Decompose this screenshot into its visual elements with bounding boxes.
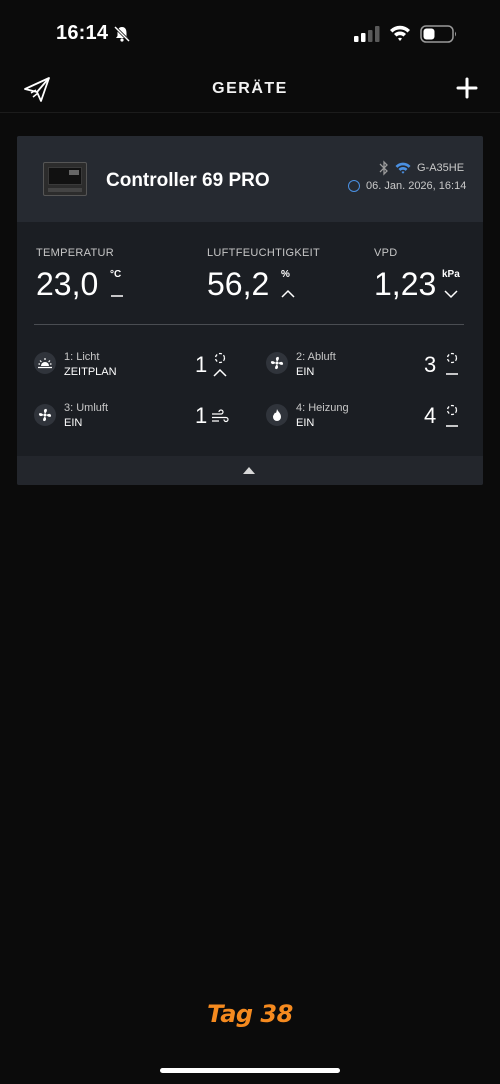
light-icon [34,352,56,374]
plus-icon[interactable] [455,76,479,100]
port-1-level: 1 [195,352,208,377]
device-thumbnail [43,162,87,196]
wind-icon [212,409,229,423]
humidity-label: LUFTFEUCHTIGKEIT [207,247,320,259]
vpd-label: VPD [374,247,398,259]
collapse-button[interactable] [17,456,483,485]
humidity-value: 56,2 [207,266,270,302]
vpd-unit: kPa [442,269,460,280]
trend-down-icon [444,290,458,299]
day-label: Tag 38 [207,1000,293,1028]
port-1-mode: ZEITPLAN [64,366,117,378]
device-card-header[interactable]: Controller 69 PRO G-A35HE 06. Jan. 2026,… [17,136,483,222]
cellular-signal-icon [354,26,380,42]
port-2-mode: EIN [296,366,315,378]
wifi-icon [395,162,411,174]
stable-trend-icon [111,295,123,297]
device-id: G-A35HE [417,162,465,174]
port-1-name: 1: Licht [64,351,100,363]
port-4-name: 4: Heizung [296,402,349,414]
sync-icon [348,180,360,192]
navigation-bar: GERÄTE [0,66,500,112]
trend-up-icon [281,289,295,298]
port-3-level: 1 [195,403,208,428]
humidity-unit: % [281,269,290,280]
bell-slash-icon [113,25,131,43]
temperature-label: TEMPERATUR [36,247,114,259]
status-time: 16:14 [56,22,109,44]
fan-icon [266,352,288,374]
bluetooth-icon [379,160,388,176]
caret-up-icon [243,467,255,474]
port-4-mode: EIN [296,417,315,429]
last-update-time: 06. Jan. 2026, 16:14 [366,180,467,192]
battery-icon [420,25,456,43]
port-2-stable-icon [446,352,458,375]
fan-icon [34,404,56,426]
home-indicator[interactable] [160,1068,340,1073]
device-card[interactable]: Controller 69 PRO G-A35HE 06. Jan. 2026,… [17,136,483,485]
port-2-level: 3 [424,352,437,377]
nav-divider [0,112,500,113]
port-4-level: 4 [424,403,437,428]
temperature-unit: °C [110,269,122,280]
port-1-trend-up-icon [213,352,227,377]
status-bar: 16:14 [0,0,500,64]
port-4-stable-icon [446,404,458,427]
port-3-name: 3: Umluft [64,402,109,414]
flame-icon [266,404,288,426]
vpd-value: 1,23 [374,266,437,302]
metrics-divider [34,324,464,325]
page-title: GERÄTE [212,80,288,97]
device-name: Controller 69 PRO [106,170,270,191]
port-2-name: 2: Abluft [296,351,336,363]
temperature-value: 23,0 [36,266,99,302]
port-3-mode: EIN [64,417,83,429]
wifi-icon [390,25,410,41]
